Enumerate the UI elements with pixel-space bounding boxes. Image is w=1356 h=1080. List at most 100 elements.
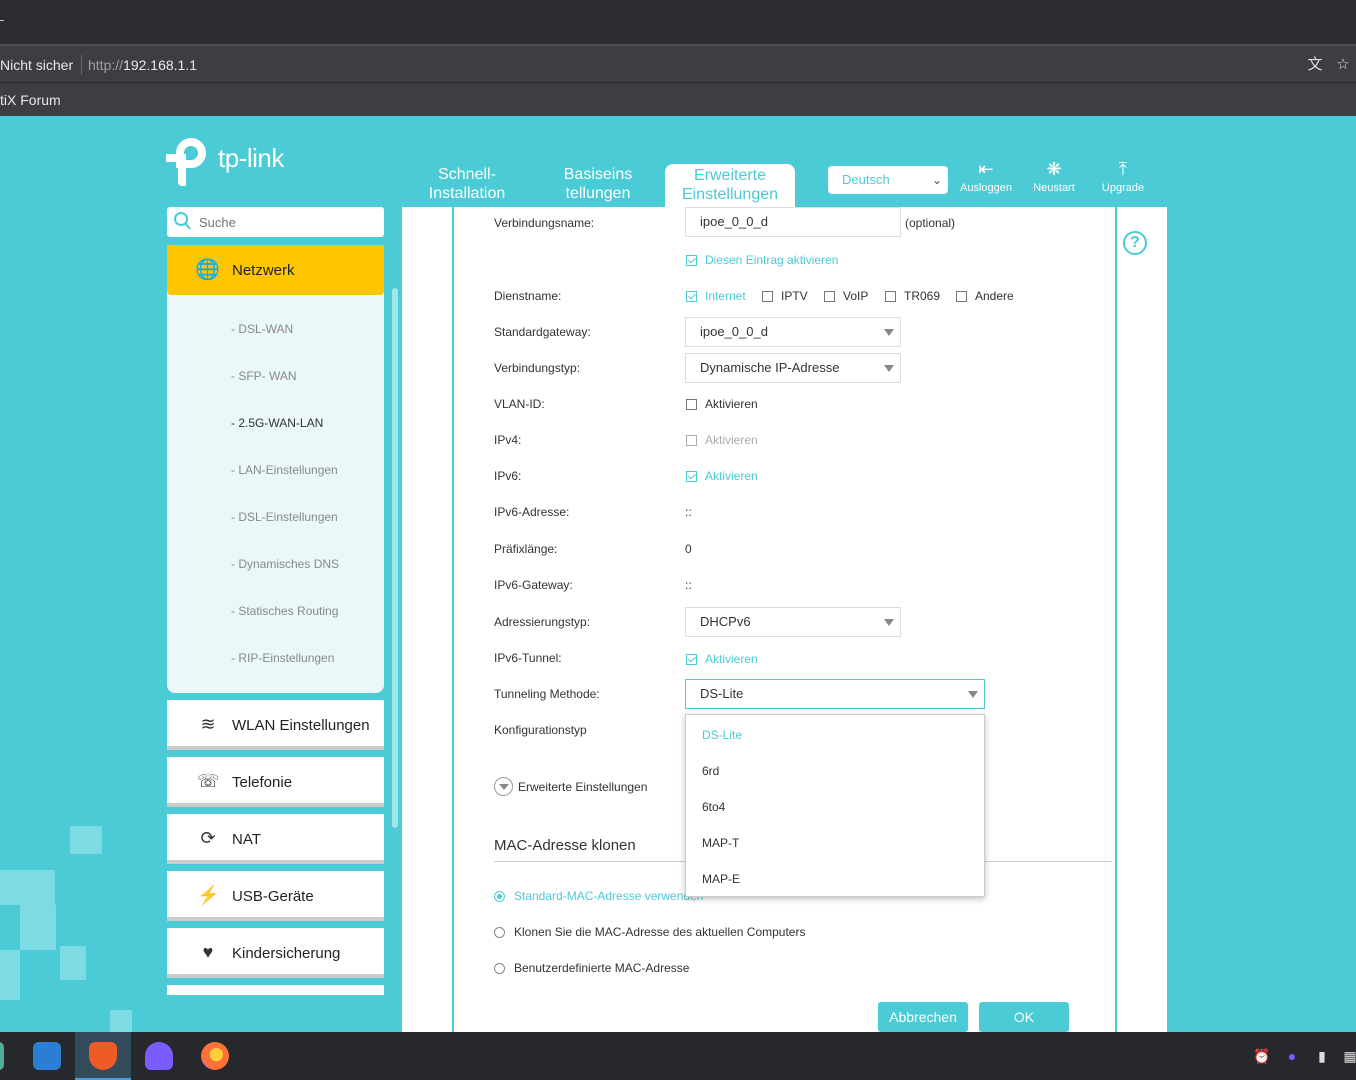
sidebar-subitem-2-5g-wan-lan[interactable]: - 2.5G-WAN-LAN bbox=[231, 416, 323, 430]
sidebar-item-telephony[interactable]: ☏ Telefonie bbox=[167, 757, 384, 807]
clipboard-icon[interactable]: ▦ bbox=[1340, 1046, 1356, 1066]
sidebar-subitem-dsl-wan[interactable]: - DSL-WAN bbox=[231, 322, 293, 336]
ipv4-label: IPv4: bbox=[494, 433, 522, 447]
service-internet-checkbox[interactable]: Internet bbox=[686, 289, 746, 303]
sidebar-subitem-static-routing[interactable]: - Statisches Routing bbox=[231, 604, 338, 618]
taskbar-app-brave[interactable] bbox=[75, 1032, 131, 1080]
firefox-icon bbox=[201, 1042, 229, 1070]
sidebar-scrollbar[interactable] bbox=[392, 288, 398, 828]
chevron-down-icon: ⌄ bbox=[931, 173, 942, 187]
bg-decoration bbox=[60, 946, 86, 980]
service-tr069-checkbox[interactable]: TR069 bbox=[885, 289, 940, 303]
ipv6-label: IPv6: bbox=[494, 469, 522, 483]
bookmarks-bar: tiX Forum bbox=[0, 82, 1356, 116]
mac-clone-title: MAC-Adresse klonen bbox=[494, 837, 636, 854]
logout-button[interactable]: ⇤ Ausloggen bbox=[956, 158, 1016, 194]
addr-type-select[interactable]: DHCPv6 bbox=[685, 607, 901, 637]
dropdown-option-6to4[interactable]: 6to4 bbox=[702, 800, 725, 814]
tunnel-method-select[interactable]: DS-Lite bbox=[685, 679, 985, 709]
upgrade-button[interactable]: ⤒ Upgrade bbox=[1093, 158, 1153, 194]
sidebar-item-parental-control[interactable]: ♥ Kindersicherung bbox=[167, 928, 384, 978]
dropdown-option-6rd[interactable]: 6rd bbox=[702, 764, 719, 778]
taskbar-app-proton[interactable] bbox=[131, 1032, 187, 1080]
select-value: DS-Lite bbox=[700, 686, 744, 701]
checkbox-box bbox=[686, 398, 697, 410]
search-icon bbox=[174, 212, 191, 230]
mac-custom-radio[interactable]: Benutzerdefinierte MAC-Adresse bbox=[494, 961, 689, 975]
conn-name-input[interactable]: ipoe_0_0_d bbox=[685, 207, 901, 237]
sidebar-item-partial[interactable] bbox=[167, 985, 384, 995]
dropdown-option-map-e[interactable]: MAP-E bbox=[702, 872, 740, 886]
tab-fragment[interactable] bbox=[0, 20, 4, 21]
ipv6-checkbox[interactable]: Aktivieren bbox=[686, 469, 758, 483]
taskbar-app-firefox[interactable] bbox=[187, 1032, 243, 1080]
proton-icon bbox=[145, 1042, 173, 1070]
url-host: 192.168.1.1 bbox=[123, 57, 197, 73]
terminal-icon[interactable]: ▮ bbox=[1312, 1046, 1332, 1066]
sidebar-item-network[interactable]: 🌐 Netzwerk bbox=[167, 245, 384, 295]
service-iptv-checkbox[interactable]: IPTV bbox=[762, 289, 808, 303]
service-voip-checkbox[interactable]: VoIP bbox=[824, 289, 868, 303]
sidebar-item-usb[interactable]: ⚡ USB-Geräte bbox=[167, 871, 384, 921]
expand-icon bbox=[494, 777, 513, 796]
panel-border-left bbox=[452, 207, 454, 1032]
security-indicator[interactable]: Nicht sicher bbox=[0, 55, 83, 75]
radio-dot bbox=[494, 926, 505, 938]
sidebar-subitem-lan-settings[interactable]: - LAN-Einstellungen bbox=[231, 463, 338, 477]
checkbox-box bbox=[686, 290, 697, 302]
sidebar-subitem-rip-settings[interactable]: - RIP-Einstellungen bbox=[231, 651, 334, 665]
taskbar-app-writer[interactable] bbox=[19, 1032, 75, 1080]
help-icon[interactable]: ? bbox=[1123, 231, 1147, 255]
url-text[interactable]: http://192.168.1.1 bbox=[88, 55, 197, 75]
bg-decoration bbox=[70, 826, 102, 854]
sidebar-item-nat[interactable]: ⟳ NAT bbox=[167, 814, 384, 864]
sidebar-item-label: Kindersicherung bbox=[232, 945, 341, 962]
dropdown-arrow-icon bbox=[968, 691, 978, 698]
notification-icon[interactable]: ⏰ bbox=[1252, 1046, 1272, 1066]
tunnel-checkbox[interactable]: Aktivieren bbox=[686, 652, 758, 666]
checkbox-label: Aktivieren bbox=[705, 652, 758, 666]
service-other-checkbox[interactable]: Andere bbox=[956, 289, 1014, 303]
ok-button[interactable]: OK bbox=[979, 1002, 1069, 1032]
bookmark-star-icon[interactable]: ☆ bbox=[1333, 55, 1353, 75]
checkbox-label: Andere bbox=[975, 289, 1014, 303]
translate-icon[interactable]: 文 bbox=[1305, 55, 1325, 75]
gateway-select[interactable]: ipoe_0_0_d bbox=[685, 317, 901, 347]
checkbox-box bbox=[686, 653, 697, 665]
tab-basic-settings[interactable]: Basiseins tellungen bbox=[552, 165, 644, 207]
restart-button[interactable]: ❋ Neustart bbox=[1024, 158, 1084, 194]
conn-name-label: Verbindungsname: bbox=[494, 216, 595, 230]
checkbox-label: Aktivieren bbox=[705, 433, 758, 447]
sidebar-subitem-dsl-settings[interactable]: - DSL-Einstellungen bbox=[231, 510, 338, 524]
language-select[interactable]: Deutsch ⌄ bbox=[828, 166, 948, 194]
mac-clone-computer-radio[interactable]: Klonen Sie die MAC-Adresse des aktuellen… bbox=[494, 925, 805, 939]
conntype-select[interactable]: Dynamische IP-Adresse bbox=[685, 353, 901, 383]
ipv6-address-value: :: bbox=[685, 505, 692, 519]
usb-icon: ⚡ bbox=[197, 885, 220, 905]
ipv4-checkbox[interactable]: Aktivieren bbox=[686, 433, 758, 447]
search-input[interactable] bbox=[199, 212, 374, 232]
vlan-checkbox[interactable]: Aktivieren bbox=[686, 397, 758, 411]
bookmark-item[interactable]: tiX Forum bbox=[0, 92, 61, 108]
tab-quick-setup[interactable]: Schnell- Installation bbox=[420, 165, 514, 207]
dropdown-option-map-t[interactable]: MAP-T bbox=[702, 836, 739, 850]
dropdown-option-ds-lite[interactable]: DS-Lite bbox=[702, 728, 742, 742]
address-bar[interactable]: Nicht sicher http://192.168.1.1 文 ☆ bbox=[0, 44, 1356, 82]
globe-icon: 🌐 bbox=[195, 259, 220, 281]
app-icon bbox=[0, 1042, 4, 1070]
enable-entry-checkbox[interactable]: Diesen Eintrag aktivieren bbox=[686, 253, 838, 267]
radio-dot bbox=[494, 962, 505, 974]
checkbox-box bbox=[686, 434, 697, 446]
prefix-label: Präfixlänge: bbox=[494, 542, 558, 556]
sidebar-subitem-sfp-wan[interactable]: - SFP- WAN bbox=[231, 369, 297, 383]
tab-advanced-settings[interactable]: Erweiterte Einstellungen bbox=[665, 164, 795, 207]
search-box[interactable] bbox=[167, 207, 384, 237]
sidebar-item-wlan[interactable]: ≋ WLAN Einstellungen bbox=[167, 700, 384, 750]
mac-default-radio[interactable]: Standard-MAC-Adresse verwenden bbox=[494, 889, 703, 903]
cancel-button[interactable]: Abbrechen bbox=[878, 1002, 968, 1032]
proton-tray-icon[interactable]: ● bbox=[1282, 1046, 1302, 1066]
sidebar-item-label: NAT bbox=[232, 831, 261, 848]
advanced-settings-toggle[interactable]: Erweiterte Einstellungen bbox=[494, 777, 647, 796]
sidebar-subitem-dynamic-dns[interactable]: - Dynamisches DNS bbox=[231, 557, 339, 571]
checkbox-box bbox=[686, 254, 697, 266]
